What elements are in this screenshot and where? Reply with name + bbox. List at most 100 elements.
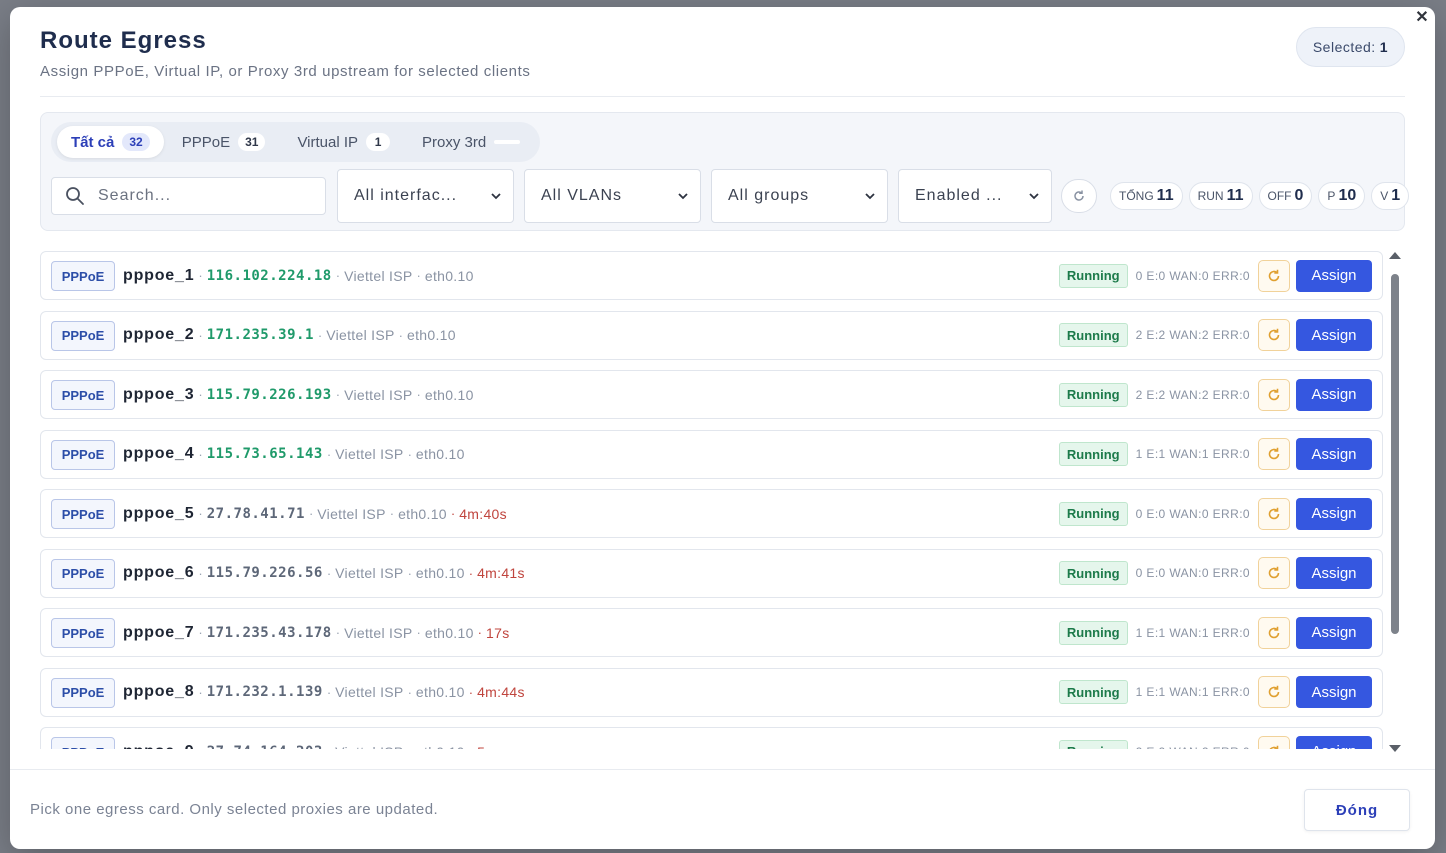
chip-label: TỔNG [1119, 189, 1154, 203]
tab-all[interactable]: Tất cả 32 [57, 126, 164, 158]
type-badge: PPPoE [51, 261, 115, 291]
close-icon[interactable]: ✕ [1413, 9, 1431, 27]
reconnect-button[interactable] [1258, 616, 1290, 649]
chevron-down-icon [491, 193, 501, 200]
reconnect-button[interactable] [1258, 259, 1290, 292]
row-ip: 171.235.43.178 [206, 624, 332, 641]
reconnect-button[interactable] [1258, 735, 1290, 749]
assign-button[interactable]: Assign [1296, 438, 1372, 470]
reconnect-button[interactable] [1258, 319, 1290, 351]
tab-label: PPPoE [181, 133, 231, 151]
egress-row[interactable]: PPPoE pppoe_7 · 171.235.43.178 · Viettel ISP ·… [40, 608, 1383, 657]
row-ip: 115.79.226.193 [206, 386, 332, 403]
row-isp: Viettel ISP [326, 327, 395, 343]
egress-row[interactable]: PPPoE pppoe_1 · 116.102.224.18 · Viettel ISP ·… [40, 251, 1383, 300]
type-badge: PPPoE [51, 558, 115, 589]
separator-dot: · [198, 744, 202, 749]
egress-row[interactable]: PPPoE pppoe_4 · 115.73.65.143 · Viettel ISP · e… [40, 429, 1383, 479]
row-info: pppoe_4 · 115.73.65.143 · Viettel ISP · eth0.1… [123, 431, 465, 478]
row-name: pppoe_8 [123, 683, 195, 700]
search-input[interactable] [98, 187, 308, 205]
reconnect-button[interactable] [1258, 557, 1290, 589]
row-uptime: 17s [486, 624, 510, 641]
refresh-button[interactable] [1061, 179, 1097, 213]
separator-dot: · [416, 387, 421, 402]
assign-button[interactable]: Assign [1296, 676, 1372, 708]
row-interface: eth0.10 [415, 684, 465, 700]
row-counters: 2 E:2 WAN:2 ERR:0 [1136, 745, 1250, 750]
tab-count: 31 [238, 133, 266, 151]
assign-button[interactable]: Assign [1296, 497, 1372, 530]
scroll-thumb[interactable] [1391, 274, 1399, 634]
footer-note: Pick one egress card. Only selected prox… [30, 801, 439, 818]
row-uptime: 5s [477, 744, 492, 750]
row-isp: Viettel ISP [335, 684, 404, 700]
egress-row[interactable]: PPPoE pppoe_5 · 27.78.41.71 · Viettel ISP · eth… [40, 489, 1383, 538]
separator-dot: · [198, 506, 203, 521]
row-name: pppoe_3 [123, 385, 195, 403]
row-info: pppoe_7 · 171.235.43.178 · Viettel ISP · eth0.… [123, 609, 510, 656]
row-interface: eth0.10 [416, 744, 465, 750]
separator-dot: · [468, 565, 474, 581]
state-select[interactable]: Enabled ... [898, 169, 1052, 223]
type-badge: PPPoE [51, 439, 115, 470]
reconnect-icon [1269, 745, 1279, 749]
row-isp: Viettel ISP [344, 267, 413, 284]
status-badge: Running [1058, 263, 1128, 288]
reconnect-icon [1268, 566, 1280, 579]
state-select-value: Enabled ... [915, 187, 1003, 204]
separator-dot: · [198, 684, 203, 700]
scroll-up-arrow[interactable] [1389, 252, 1401, 259]
tab-count: 32 [122, 133, 150, 151]
separator-dot: · [198, 446, 203, 462]
reconnect-icon [1268, 507, 1280, 519]
assign-button[interactable]: Assign [1296, 378, 1372, 411]
reconnect-button[interactable] [1258, 378, 1290, 411]
egress-row[interactable]: PPPoE pppoe_2 · 171.235.39.1 · Viettel ISP · et… [40, 310, 1383, 360]
chip-value: 1 [1391, 187, 1401, 204]
row-info: pppoe_5 · 27.78.41.71 · Viettel ISP · eth0.10 ·… [123, 490, 507, 537]
group-select[interactable]: All groups [711, 169, 888, 223]
interface-select[interactable]: All interfac... [337, 169, 514, 223]
assign-button[interactable]: Assign [1296, 259, 1372, 292]
reconnect-icon [1268, 269, 1280, 281]
row-interface: eth0.10 [424, 386, 474, 403]
reconnect-button[interactable] [1258, 676, 1290, 708]
vlan-select[interactable]: All VLANs [524, 169, 701, 223]
row-interface: eth0.10 [407, 327, 456, 343]
tab-pppoe[interactable]: PPPoE 31 [168, 126, 280, 158]
row-info: pppoe_9 · 27.74.164.203 · Viettel ISP · eth0.1… [123, 728, 492, 750]
chip-label: P [1327, 189, 1336, 203]
scroll-down-arrow[interactable] [1389, 745, 1401, 752]
reconnect-button[interactable] [1258, 438, 1290, 470]
egress-row[interactable]: PPPoE pppoe_8 · 171.232.1.139 · Viettel ISP · e… [40, 667, 1383, 717]
assign-button[interactable]: Assign [1296, 319, 1372, 351]
tab-virtual-ip[interactable]: Virtual IP 1 [283, 126, 404, 158]
egress-row[interactable]: PPPoE pppoe_9 · 27.74.164.203 · Viettel ISP · e… [40, 727, 1383, 749]
separator-dot: · [335, 625, 341, 640]
separator-dot: · [198, 625, 203, 640]
row-interface: eth0.10 [424, 267, 474, 284]
tab-proxy-3rd[interactable]: Proxy 3rd [408, 126, 534, 158]
egress-row[interactable]: PPPoE pppoe_6 · 115.79.226.56 · Viettel ISP · e… [40, 548, 1383, 598]
selected-label: Selected: [1312, 39, 1376, 55]
chip-value: 11 [1156, 187, 1174, 204]
egress-row[interactable]: PPPoE pppoe_3 · 115.79.226.193 · Viettel ISP ·… [40, 370, 1383, 419]
type-tabs: Tất cả 32 PPPoE 31 Virtual IP 1 Proxy 3r… [51, 122, 541, 162]
assign-button[interactable]: Assign [1296, 616, 1372, 649]
row-name: pppoe_7 [123, 623, 195, 641]
reconnect-button[interactable] [1258, 497, 1290, 530]
modal-header: Route Egress Assign PPPoE, Virtual IP, o… [40, 27, 1405, 97]
row-ip: 115.73.65.143 [206, 446, 323, 462]
reconnect-icon [1268, 685, 1280, 698]
assign-button[interactable]: Assign [1296, 557, 1372, 589]
type-badge: PPPoE [51, 499, 115, 529]
separator-dot: · [450, 506, 456, 521]
assign-button[interactable]: Assign [1296, 735, 1372, 749]
status-badge: Running [1058, 680, 1128, 704]
tab-count: 1 [366, 133, 391, 151]
tab-count [494, 140, 521, 144]
list-scrollbar[interactable] [1388, 252, 1402, 752]
row-isp: Viettel ISP [335, 446, 404, 462]
close-button[interactable]: Đóng [1304, 789, 1410, 831]
